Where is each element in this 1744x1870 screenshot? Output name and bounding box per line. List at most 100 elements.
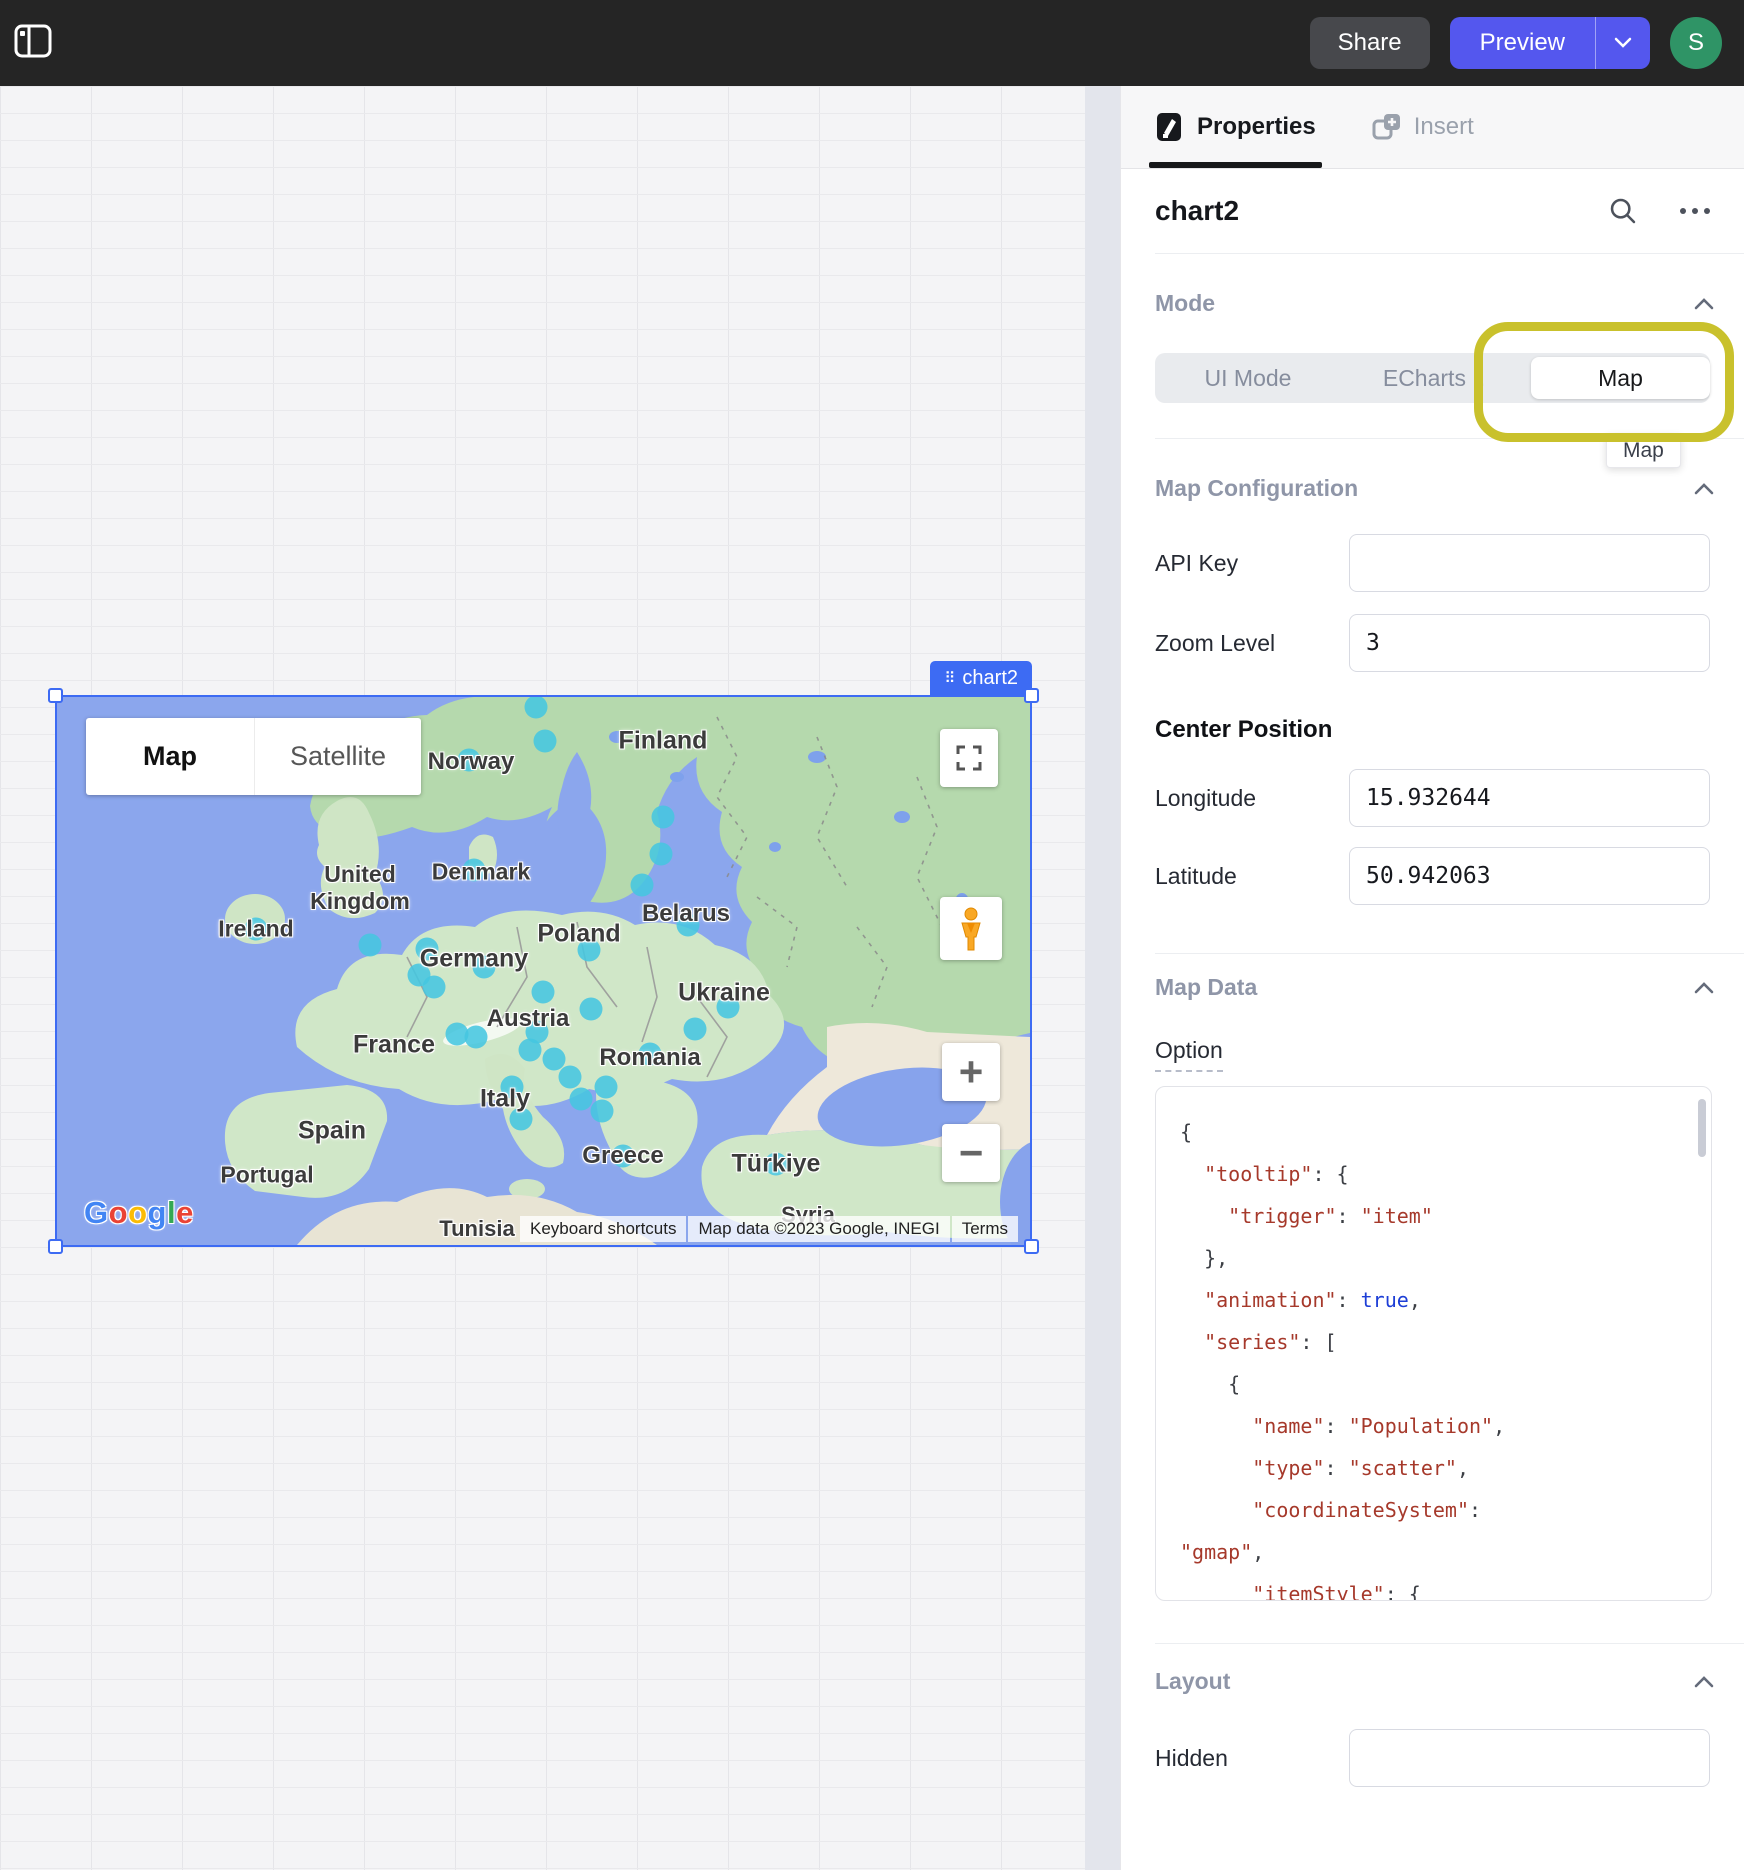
map-data-point[interactable]	[519, 1039, 542, 1062]
api-key-field[interactable]	[1349, 534, 1710, 592]
properties-panel: Properties Insert chart2	[1120, 86, 1744, 1870]
option-label: Option	[1155, 1037, 1223, 1072]
terms-link[interactable]: Terms	[952, 1216, 1018, 1242]
section-divider	[1155, 953, 1744, 954]
mode-option-map[interactable]: Map	[1531, 357, 1710, 399]
map-country-label: Norway	[428, 748, 515, 776]
mode-option-echarts[interactable]: ECharts ..	[1341, 365, 1527, 392]
map-data-section-header: Map Data	[1155, 974, 1744, 1001]
map-type-map-button[interactable]: Map	[86, 718, 254, 795]
more-options-icon[interactable]	[1678, 206, 1712, 216]
tab-insert-label: Insert	[1414, 113, 1474, 141]
map-data-attribution: Map data ©2023 Google, INEGI	[688, 1216, 949, 1242]
map-data-point[interactable]	[570, 1088, 593, 1111]
tab-properties-label: Properties	[1197, 113, 1316, 141]
map-data-point[interactable]	[684, 1018, 707, 1041]
zoom-level-label: Zoom Level	[1155, 630, 1349, 657]
collapse-chevron-icon[interactable]	[1694, 1676, 1714, 1688]
map-country-label: Germany	[420, 945, 528, 974]
map-country-label: Poland	[537, 920, 620, 949]
map-country-label: Romania	[599, 1044, 700, 1072]
panel-tab-row: Properties Insert	[1121, 86, 1744, 169]
collapse-chevron-icon[interactable]	[1694, 982, 1714, 994]
map-country-label: Ukraine	[678, 979, 770, 1008]
longitude-label: Longitude	[1155, 785, 1349, 812]
insert-icon	[1372, 112, 1402, 142]
google-map[interactable]: FinlandNorwayDenmarkUnited KingdomIrelan…	[57, 697, 1030, 1245]
map-data-section-label: Map Data	[1155, 974, 1257, 1001]
latitude-field[interactable]	[1349, 847, 1710, 905]
map-tooltip: Map	[1606, 434, 1681, 468]
widget-drag-tag[interactable]: ⠿ chart2	[930, 661, 1032, 695]
code-line: "name": "Population",	[1180, 1405, 1711, 1447]
map-data-point[interactable]	[652, 806, 675, 829]
selection-handle[interactable]	[48, 688, 63, 703]
map-config-section-label: Map Configuration	[1155, 475, 1358, 502]
map-data-point[interactable]	[465, 1026, 488, 1049]
map-country-label: Ireland	[218, 916, 293, 943]
widget-title: chart2	[1155, 195, 1239, 227]
map-country-label: France	[353, 1031, 435, 1060]
properties-icon	[1155, 111, 1185, 143]
latitude-label: Latitude	[1155, 863, 1349, 890]
map-data-point[interactable]	[650, 843, 673, 866]
map-data-point[interactable]	[595, 1076, 618, 1099]
selection-handle[interactable]	[1024, 1239, 1039, 1254]
share-button[interactable]: Share	[1310, 17, 1430, 69]
keyboard-shortcuts-button[interactable]: Keyboard shortcuts	[520, 1216, 686, 1242]
tab-insert[interactable]: Insert	[1372, 86, 1474, 168]
zoom-in-button[interactable]: +	[942, 1043, 1000, 1101]
zoom-level-field[interactable]	[1349, 614, 1710, 672]
map-data-point[interactable]	[359, 934, 382, 957]
google-logo[interactable]: Google	[84, 1195, 194, 1231]
drag-handle-icon: ⠿	[944, 669, 954, 687]
collapse-chevron-icon[interactable]	[1694, 483, 1714, 495]
sidebar-toggle-icon[interactable]	[14, 24, 52, 63]
code-line: },	[1180, 1237, 1711, 1279]
plus-icon: +	[959, 1051, 984, 1093]
active-tab-indicator	[1149, 162, 1322, 168]
pegman-icon	[957, 907, 985, 951]
street-view-pegman-button[interactable]	[940, 897, 1002, 960]
zoom-out-button[interactable]: −	[942, 1124, 1000, 1182]
map-type-satellite-button[interactable]: Satellite	[254, 718, 421, 795]
hidden-field[interactable]	[1349, 1729, 1710, 1787]
map-data-point[interactable]	[423, 976, 446, 999]
preview-chevron-down-icon[interactable]	[1596, 17, 1650, 69]
selection-handle[interactable]	[48, 1239, 63, 1254]
map-widget-selection[interactable]: ⠿ chart2	[55, 695, 1032, 1247]
center-position-label: Center Position	[1155, 716, 1744, 744]
code-line: "gmap",	[1180, 1531, 1711, 1573]
map-country-label: Denmark	[432, 859, 530, 886]
map-country-label: Tunisia	[439, 1216, 514, 1242]
tab-properties[interactable]: Properties	[1155, 86, 1316, 168]
code-line: "type": "scatter",	[1180, 1447, 1711, 1489]
code-line: "tooltip": {	[1180, 1153, 1711, 1195]
map-data-point[interactable]	[534, 730, 557, 753]
map-country-label: Türkiye	[732, 1150, 821, 1179]
map-data-point[interactable]	[591, 1100, 614, 1123]
layout-section-header: Layout	[1155, 1668, 1744, 1695]
api-key-label: API Key	[1155, 550, 1349, 577]
selection-handle[interactable]	[1024, 688, 1039, 703]
map-country-label: Finland	[619, 727, 708, 756]
section-divider	[1155, 1643, 1744, 1644]
map-data-point[interactable]	[631, 874, 654, 897]
map-data-point[interactable]	[580, 998, 603, 1021]
collapse-chevron-icon[interactable]	[1694, 298, 1714, 310]
search-icon[interactable]	[1608, 196, 1638, 226]
fullscreen-button[interactable]	[940, 729, 998, 787]
mode-section-header: Mode	[1155, 290, 1744, 317]
map-data-point[interactable]	[532, 981, 555, 1004]
option-code-editor[interactable]: { "tooltip": { "trigger": "item" }, "ani…	[1155, 1086, 1712, 1601]
layout-section-label: Layout	[1155, 1668, 1230, 1695]
preview-button[interactable]: Preview	[1450, 17, 1595, 69]
code-scrollbar[interactable]	[1698, 1099, 1706, 1157]
longitude-field[interactable]	[1349, 769, 1710, 827]
avatar[interactable]: S	[1670, 17, 1722, 69]
map-data-point[interactable]	[559, 1066, 582, 1089]
mode-option-ui-mode[interactable]: UI Mode	[1155, 365, 1341, 392]
map-config-section-header: Map Configuration	[1155, 475, 1744, 502]
map-country-label: Portugal	[220, 1162, 313, 1189]
widget-tag-label: chart2	[962, 667, 1018, 690]
